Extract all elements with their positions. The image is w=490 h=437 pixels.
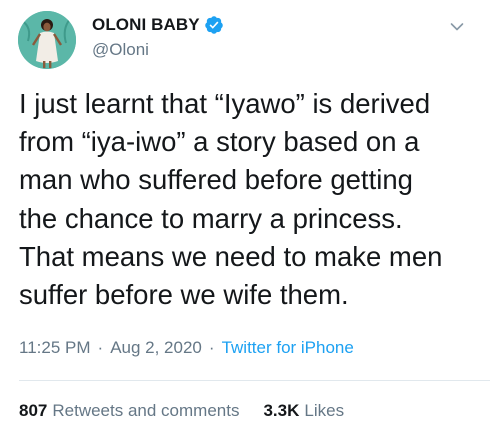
likes-label: Likes [304, 401, 345, 420]
chevron-down-icon[interactable] [450, 20, 464, 34]
name-row: OLONI BABY [92, 13, 224, 37]
avatar-image [18, 11, 76, 69]
avatar[interactable] [18, 11, 76, 69]
retweets-label: Retweets and comments [52, 401, 240, 420]
meta-separator: · [97, 338, 104, 357]
meta-separator: · [208, 338, 215, 357]
retweets-stat[interactable]: 807 Retweets and comments [19, 401, 239, 421]
tweet-meta: 11:25 PM · Aug 2, 2020 · Twitter for iPh… [19, 338, 354, 358]
author-info: OLONI BABY @Oloni [92, 13, 224, 60]
user-handle[interactable]: @Oloni [92, 40, 224, 60]
tweet-time[interactable]: 11:25 PM [19, 338, 91, 358]
display-name[interactable]: OLONI BABY [92, 15, 200, 35]
tweet-text: I just learnt that “Iyawo” is derived fr… [19, 88, 443, 311]
likes-stat[interactable]: 3.3K Likes [263, 401, 344, 421]
tweet-card: OLONI BABY @Oloni I just learnt that “Iy… [0, 0, 490, 437]
tweet-source-link[interactable]: Twitter for iPhone [222, 338, 354, 358]
likes-count: 3.3K [263, 401, 300, 420]
retweets-count: 807 [19, 401, 48, 420]
divider [19, 380, 490, 381]
verified-badge-icon [204, 15, 224, 35]
tweet-stats: 807 Retweets and comments 3.3K Likes [19, 401, 368, 421]
tweet-date[interactable]: Aug 2, 2020 [110, 338, 202, 358]
